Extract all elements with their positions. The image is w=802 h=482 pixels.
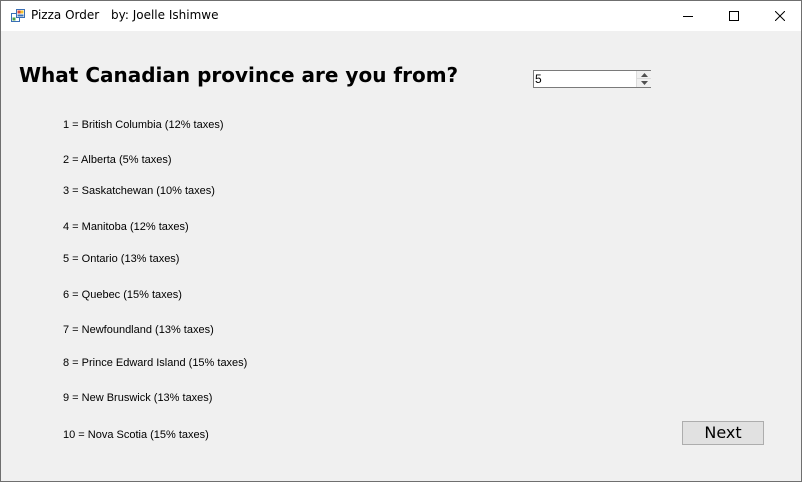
app-window-icon[interactable] [11, 8, 25, 22]
province-option-label: 7 = Newfoundland (13% taxes) [63, 324, 214, 336]
province-number-stepper[interactable] [533, 70, 651, 88]
province-option-label: 3 = Saskatchewan (10% taxes) [63, 185, 215, 197]
stepper-down-button[interactable] [637, 79, 651, 87]
province-option-label: 2 = Alberta (5% taxes) [63, 154, 172, 166]
close-button[interactable] [757, 1, 801, 31]
close-icon [775, 11, 785, 21]
province-option-label: 5 = Ontario (13% taxes) [63, 253, 180, 265]
province-option-label: 8 = Prince Edward Island (15% taxes) [63, 357, 248, 369]
province-number-input[interactable] [534, 71, 635, 87]
province-option-label: 9 = New Bruswick (13% taxes) [63, 392, 213, 404]
next-button[interactable]: Next [682, 421, 764, 445]
maximize-button[interactable] [711, 1, 757, 31]
chevron-up-icon [640, 72, 648, 77]
minimize-icon [683, 16, 693, 17]
province-option-label: 1 = British Columbia (12% taxes) [63, 119, 224, 131]
province-question-heading: What Canadian province are you from? [19, 63, 459, 87]
form-client-area: What Canadian province are you from? 1 =… [1, 31, 801, 481]
window-title: Pizza Order [31, 8, 100, 22]
province-option-label: 6 = Quebec (15% taxes) [63, 289, 182, 301]
maximize-icon [729, 11, 739, 21]
minimize-button[interactable] [665, 1, 711, 31]
province-option-label: 4 = Manitoba (12% taxes) [63, 221, 189, 233]
province-option-label: 10 = Nova Scotia (15% taxes) [63, 429, 209, 441]
app-window: Pizza Order by: Joelle Ishimwe What Cana… [0, 0, 802, 482]
title-bar[interactable]: Pizza Order by: Joelle Ishimwe [1, 1, 801, 31]
stepper-buttons [636, 71, 651, 87]
stepper-up-button[interactable] [637, 71, 651, 79]
chevron-down-icon [640, 81, 648, 85]
author-label: by: Joelle Ishimwe [111, 8, 219, 22]
